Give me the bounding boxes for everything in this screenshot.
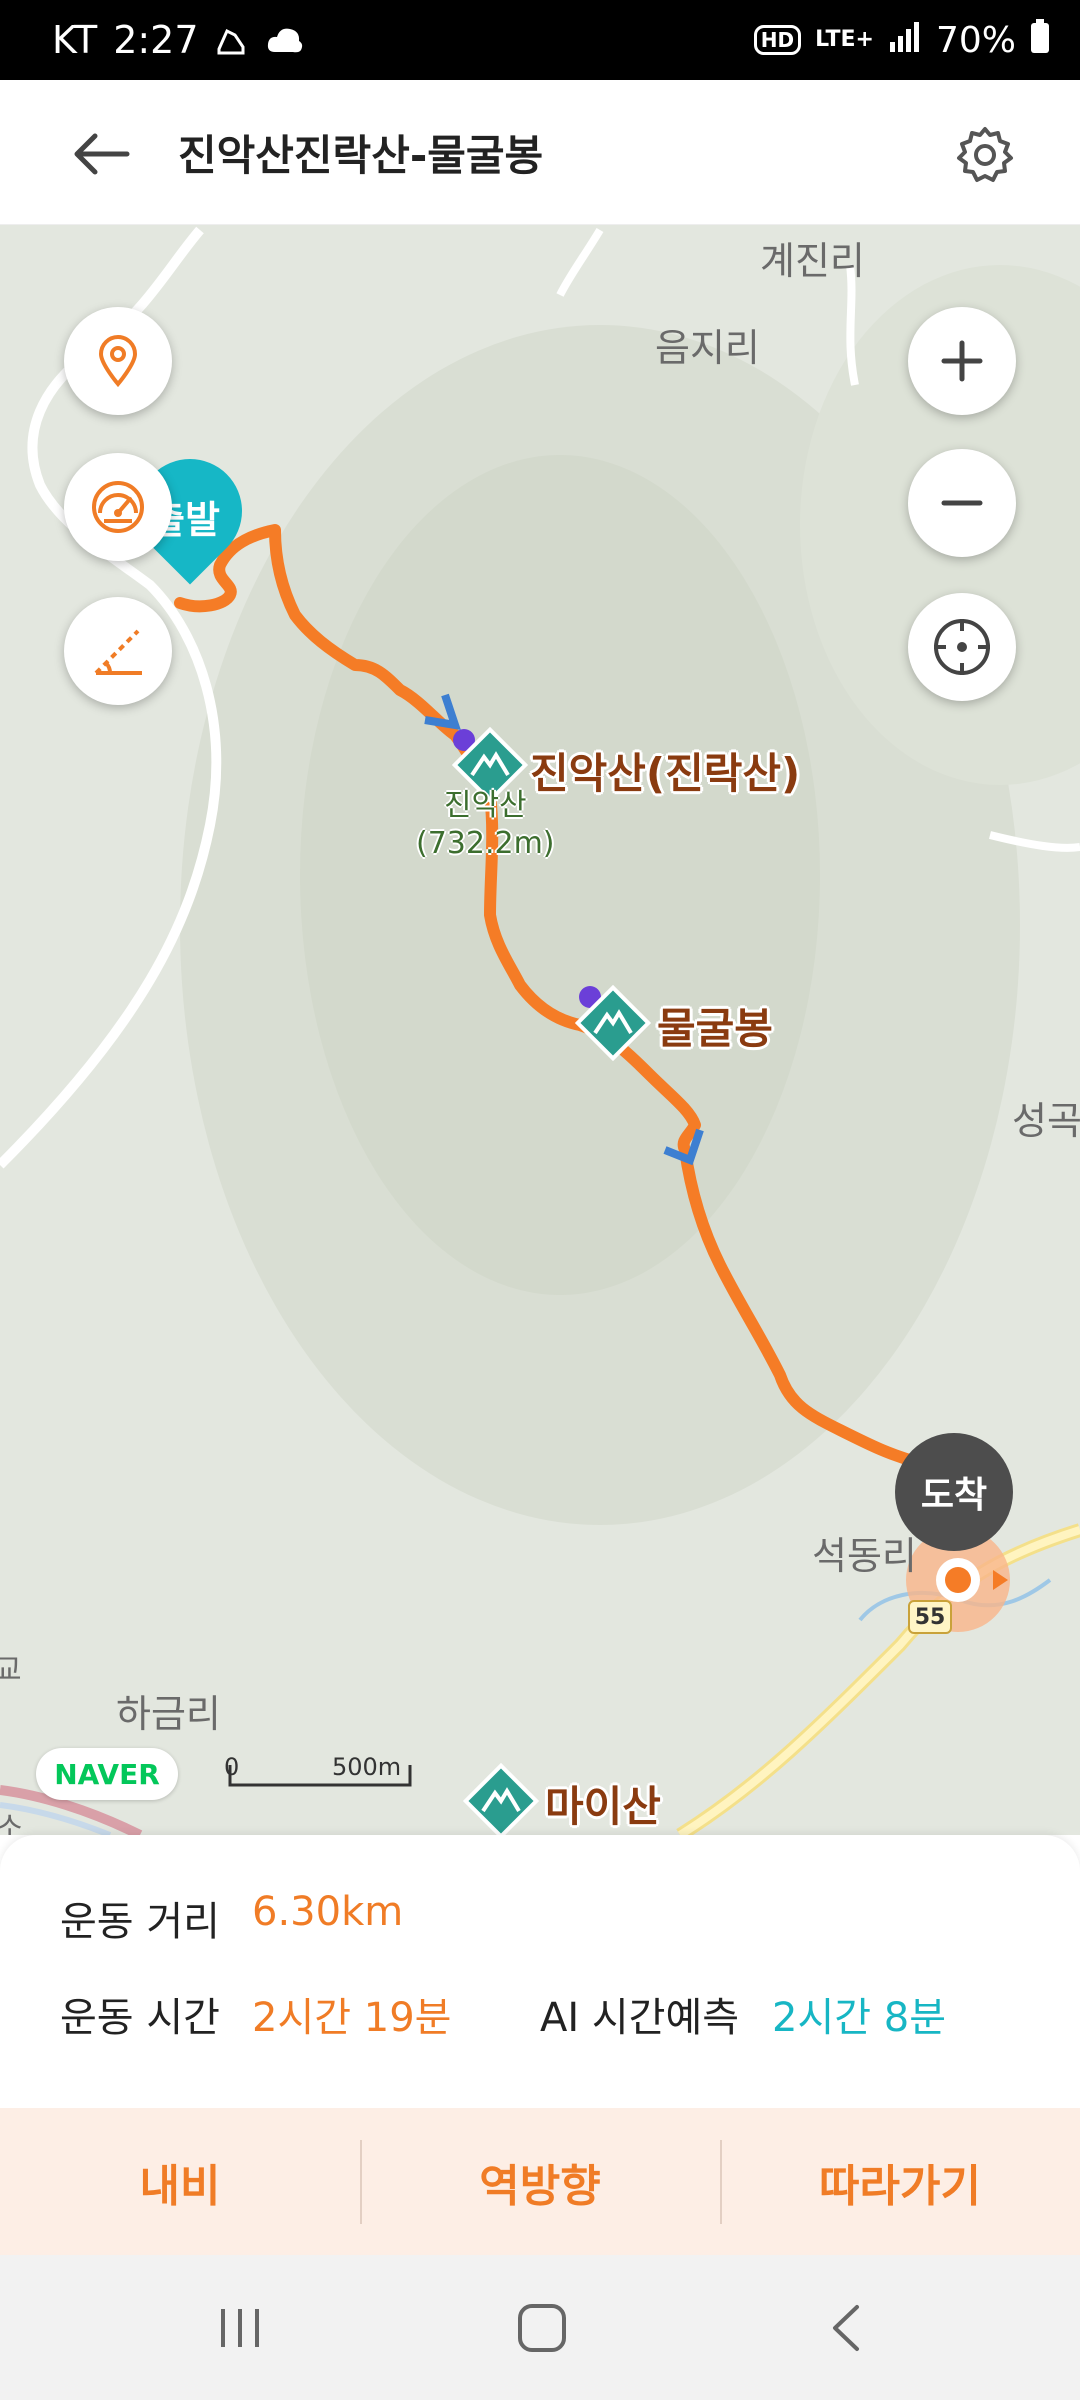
- scale-distance: 500m: [332, 1753, 402, 1781]
- slope-icon: [94, 629, 142, 675]
- back-arrow-icon: [74, 133, 130, 175]
- mountain-icon: [574, 984, 652, 1062]
- hd-voice-icon: HD: [753, 25, 802, 55]
- follow-button[interactable]: 따라가기: [720, 2108, 1080, 2255]
- location-pin-icon: [98, 335, 138, 388]
- signal-icon: [888, 20, 922, 61]
- peak-label-jinaksan: 진악산(진락산): [530, 749, 801, 798]
- carrier: KT: [52, 18, 98, 62]
- home-button[interactable]: [502, 2293, 582, 2363]
- zoom-in-button[interactable]: [908, 307, 1016, 415]
- elevation-button[interactable]: [64, 597, 172, 705]
- naver-logo: NAVER: [36, 1748, 178, 1800]
- ai-prediction-label: AI 시간예측: [540, 1995, 740, 2041]
- ai-prediction-value: 2시간 8분: [772, 1995, 947, 2041]
- zoom-out-button[interactable]: [908, 449, 1016, 557]
- road-number-badge: 55: [908, 1600, 952, 1634]
- peak-marker-maisan[interactable]: [462, 1762, 540, 1835]
- place-label: 성곡: [1012, 1099, 1080, 1143]
- minus-icon: [941, 500, 983, 506]
- chevron-left-icon: [833, 2305, 859, 2351]
- distance-value: 6.30km: [252, 1889, 404, 1935]
- mountain-icon: [462, 1762, 540, 1835]
- place-label: 소: [0, 1811, 24, 1835]
- peak-label-mulgulbong: 물굴봉: [657, 1004, 773, 1053]
- place-label: 계진리: [760, 239, 865, 283]
- plus-icon: [941, 340, 983, 382]
- home-icon: [518, 2304, 566, 2352]
- app-header: 진악산진락산-물굴봉: [0, 80, 1080, 225]
- distance-label: 운동 거리: [60, 1899, 220, 1945]
- clock: 2:27: [113, 18, 199, 62]
- settings-button[interactable]: [950, 120, 1020, 190]
- back-button[interactable]: [66, 124, 136, 184]
- navigation-button[interactable]: 내비: [0, 2108, 360, 2255]
- peak-label-maisan: 마이산: [545, 1782, 661, 1831]
- cloud-icon: [265, 22, 305, 58]
- place-label: 교: [0, 1653, 22, 1688]
- location-pin-button[interactable]: [64, 307, 172, 415]
- place-label: 음지리: [655, 326, 760, 370]
- gear-icon: [957, 127, 1013, 182]
- shoe-icon: [213, 21, 251, 59]
- crosshair-icon: [934, 619, 990, 675]
- peak-elevation-label: 진악산 (732.2m): [416, 788, 555, 861]
- divider: [360, 2140, 362, 2224]
- battery-icon: [1030, 18, 1050, 62]
- divider: [720, 2140, 722, 2224]
- page-title: 진악산진락산-물굴봉: [178, 131, 544, 180]
- action-bar: 내비 역방향 따라가기: [0, 2108, 1080, 2255]
- peak-marker-mulgulbong[interactable]: [574, 984, 652, 1065]
- time-label: 운동 시간: [60, 1995, 220, 2041]
- recent-apps-icon: [221, 2309, 259, 2347]
- scale-zero: 0: [224, 1753, 240, 1781]
- place-label: 하금리: [116, 1692, 221, 1736]
- status-bar: KT 2:27 HD LTE+ 70%: [0, 0, 1080, 80]
- back-nav-button[interactable]: [808, 2293, 888, 2363]
- recent-apps-button[interactable]: [200, 2293, 280, 2363]
- battery-percent: 70%: [935, 19, 1016, 61]
- place-label: 석동리: [812, 1534, 917, 1578]
- my-location-button[interactable]: [908, 593, 1016, 701]
- time-value: 2시간 19분: [252, 1995, 452, 2041]
- network-type: LTE+: [815, 27, 874, 52]
- map-view[interactable]: 계진리 음지리 석동리 하금리 성곡 교 소 진악산(진락산) 진악산 (732…: [0, 225, 1080, 1835]
- reverse-direction-button[interactable]: 역방향: [360, 2108, 720, 2255]
- arrive-marker[interactable]: 도착: [895, 1433, 1013, 1551]
- system-nav-bar: [0, 2255, 1080, 2400]
- speedometer-button[interactable]: [64, 453, 172, 561]
- speedometer-icon: [92, 481, 144, 533]
